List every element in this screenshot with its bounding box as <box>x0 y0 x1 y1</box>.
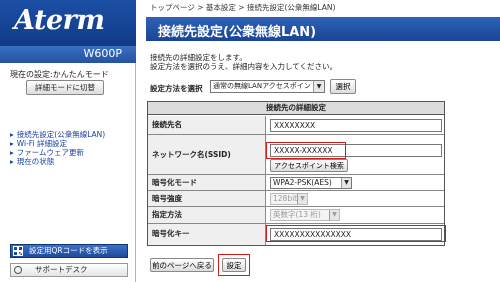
logo-area: Aterm <box>0 0 136 46</box>
method-spec-label: 指定方法 <box>148 207 266 223</box>
method-label: 設定方法を選択 <box>150 84 203 93</box>
sidebar-item-label: 現在の状態 <box>16 157 55 166</box>
aterm-logo: Aterm <box>14 5 105 36</box>
table-row-encryption-mode: 暗号化モード WPA2-PSK(AES) ▼ <box>148 175 444 191</box>
description-line-2: 設定方法を選択のうえ、詳細内容を入力してください。 <box>150 62 338 71</box>
key-label: 暗号化キー <box>148 224 266 245</box>
table-row-method: 指定方法 英数字(13 桁) ▼ <box>148 207 444 224</box>
chevron-down-icon: ▼ <box>313 81 324 92</box>
chevron-down-icon: ▼ <box>341 178 351 188</box>
method-spec-value: 英数字(13 桁) <box>273 210 321 219</box>
support-icon <box>14 266 22 274</box>
method-select[interactable]: 通常の無線LANアクセスポイント ▼ <box>210 80 325 93</box>
support-desk-button[interactable]: サポートデスク <box>10 263 128 277</box>
access-point-search-button[interactable]: アクセスポイント検索 <box>270 159 348 172</box>
breadcrumb: トップページ > 基本設定 > 接続先設定(公衆無線LAN) <box>150 3 336 12</box>
title-bar: 接続先設定(公衆無線LAN) <box>146 17 500 41</box>
name-label: 接続先名 <box>148 116 266 134</box>
set-button[interactable]: 設定 <box>222 258 246 272</box>
chevron-down-icon: ▼ <box>329 210 339 220</box>
encryption-mode-value: WPA2-PSK(AES) <box>273 178 332 187</box>
table-row-strength: 暗号強度 128bit ▼ <box>148 191 444 207</box>
model-name: W600P <box>83 47 122 60</box>
ssid-highlight <box>266 142 346 159</box>
strength-label: 暗号強度 <box>148 191 266 206</box>
switch-detail-mode-button[interactable]: 詳細モードに切替 <box>26 80 104 95</box>
method-spec-select: 英数字(13 桁) ▼ <box>270 209 340 221</box>
chevron-down-icon: ▼ <box>297 194 307 204</box>
current-mode-text: 現在の設定:かんたんモード <box>10 70 109 79</box>
show-qr-code-button[interactable]: 設定用QRコードを表示 <box>10 244 128 258</box>
key-highlight <box>266 225 446 242</box>
strength-select: 128bit ▼ <box>270 193 308 205</box>
strength-value: 128bit <box>273 194 298 203</box>
ssid-label: ネットワーク名(SSID) <box>148 135 266 174</box>
method-select-value: 通常の無線LANアクセスポイント <box>213 82 318 90</box>
encryption-mode-label: 暗号化モード <box>148 175 266 190</box>
model-bar: W600P <box>0 46 136 63</box>
encryption-mode-select[interactable]: WPA2-PSK(AES) ▼ <box>270 177 352 189</box>
sidebar-item-status[interactable]: ▸ 現在の状態 <box>10 156 54 167</box>
bullet-icon: ▸ <box>10 157 14 166</box>
connection-name-input[interactable]: XXXXXXXX <box>270 119 442 132</box>
table-header: 接続先の詳細設定 <box>148 102 444 115</box>
select-button[interactable]: 選択 <box>330 79 356 94</box>
table-row-name: 接続先名 XXXXXXXX <box>148 116 444 135</box>
page-title: 接続先設定(公衆無線LAN) <box>158 25 317 40</box>
qr-code-icon <box>13 246 23 256</box>
back-button[interactable]: 前のページへ戻る <box>150 258 214 272</box>
